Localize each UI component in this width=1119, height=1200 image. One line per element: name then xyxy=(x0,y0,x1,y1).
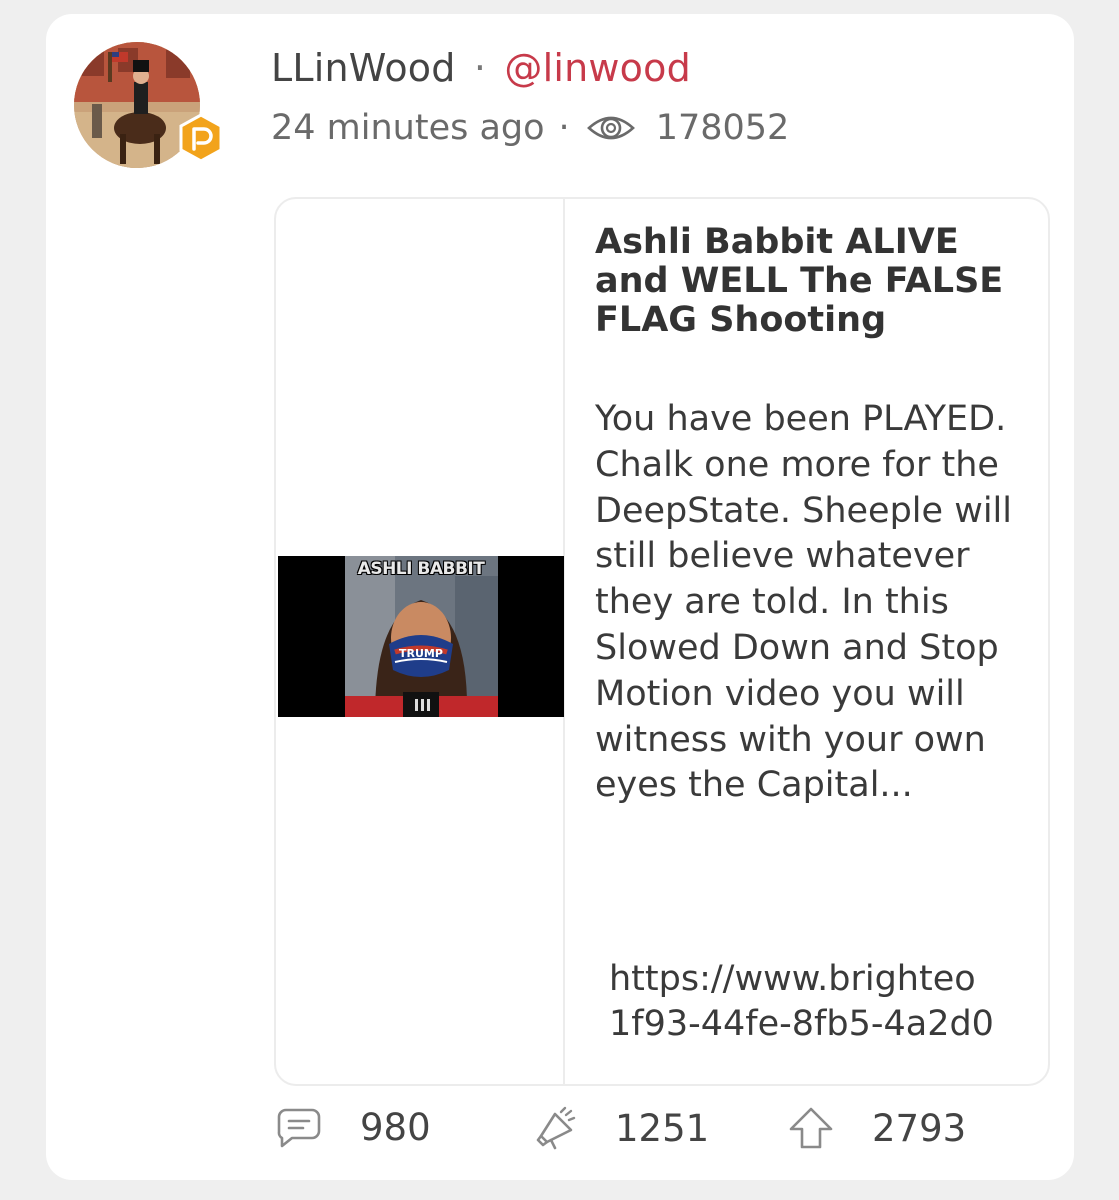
thumbnail-image: TRUMP xyxy=(345,556,498,717)
echo-megaphone-icon xyxy=(536,1106,576,1150)
comment-button[interactable]: 980 xyxy=(276,1106,431,1149)
preview-description: You have been PLAYED. Chalk one more for… xyxy=(595,399,1012,806)
author-handle[interactable]: @linwood xyxy=(504,46,691,90)
view-count: 178052 xyxy=(655,108,790,148)
separator-dot: · xyxy=(473,46,487,90)
link-preview-card[interactable]: TRUMP ASHLI BABBIT Ashli Babbit ALIVE an… xyxy=(274,197,1050,1086)
separator-dot: · xyxy=(558,108,570,148)
preview-url-line: https://www.brighteo xyxy=(609,959,976,999)
author-name[interactable]: LLinWood xyxy=(271,46,456,90)
preview-title[interactable]: Ashli Babbit ALIVE and WELL The FALSE FL… xyxy=(595,223,1025,340)
preview-thumbnail[interactable]: TRUMP ASHLI BABBIT xyxy=(278,556,564,717)
preview-url-line: 1f93-44fe-8fb5-4a2d0 xyxy=(609,1004,994,1044)
thumbnail-caption: ASHLI BABBIT xyxy=(357,559,485,579)
echo-button[interactable]: 1251 xyxy=(533,1106,709,1150)
thumbnail-photo: TRUMP xyxy=(345,556,498,717)
post-actions: 980 1251 2793 xyxy=(0,1106,1119,1160)
post-author-line: LLinWood · @linwood xyxy=(271,46,691,90)
comment-icon xyxy=(277,1108,321,1147)
echo-count: 1251 xyxy=(615,1106,710,1150)
parler-badge-icon xyxy=(179,113,223,163)
upvote-button[interactable]: 2793 xyxy=(788,1106,966,1150)
post-meta-line: 24 minutes ago · 178052 xyxy=(271,108,789,148)
upvote-arrow-icon xyxy=(789,1107,833,1149)
post-timestamp: 24 minutes ago xyxy=(271,108,545,148)
mask-text: TRUMP xyxy=(399,647,443,660)
upvote-count: 2793 xyxy=(872,1106,967,1150)
comment-count: 980 xyxy=(360,1106,431,1149)
eye-icon xyxy=(586,116,635,140)
preview-url[interactable]: https://www.brighteo 1f93-44fe-8fb5-4a2d… xyxy=(609,957,1046,1047)
